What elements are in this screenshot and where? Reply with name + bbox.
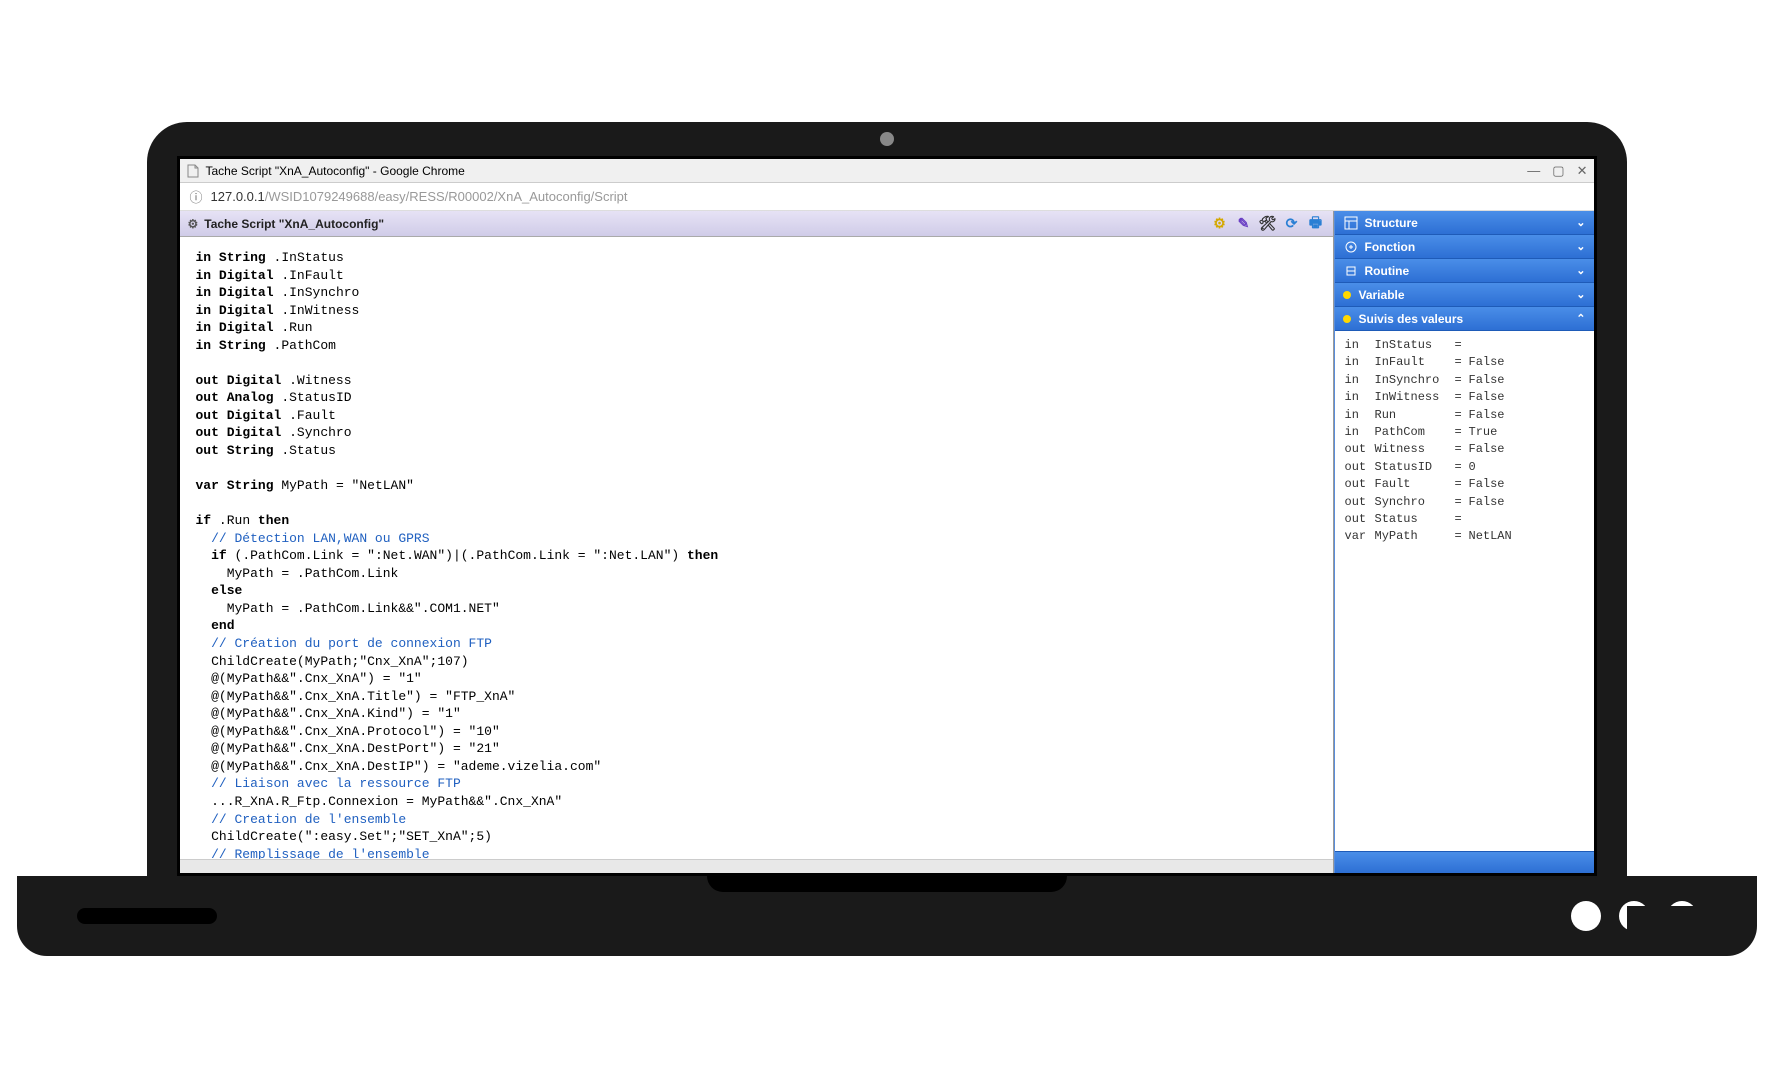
keyboard-slot [77,908,217,924]
fonction-icon [1343,239,1359,255]
page-icon [186,164,200,178]
value-row: outSynchro=False [1345,494,1584,511]
value-row: inInSynchro=False [1345,372,1584,389]
accordion-structure[interactable]: Structure ⌄ [1335,211,1594,235]
accordion-label: Variable [1359,288,1405,302]
bullet-icon [1343,315,1351,323]
value-row: inInWitness=False [1345,389,1584,406]
trackpad-slot [707,876,1067,892]
chevron-down-icon: ⌄ [1576,216,1585,229]
accordion-suivis[interactable]: Suivis des valeurs ⌃ [1335,307,1594,331]
side-panel: Structure ⌄ Fonction ⌄ Rou [1334,211,1594,873]
toolbar-tools-icon[interactable]: 🛠 [1259,215,1277,233]
routine-icon [1343,263,1359,279]
chevron-down-icon: ⌄ [1576,288,1585,301]
maximize-button[interactable]: ▢ [1552,163,1564,179]
window-controls: — ▢ ✕ [1527,163,1587,179]
value-row: varMyPath=NetLAN [1345,528,1584,545]
chevron-up-icon: ⌃ [1576,312,1585,325]
accordion-label: Structure [1365,216,1418,230]
accordion-label: Fonction [1365,240,1416,254]
app-content: ⚙ Tache Script "XnA_Autoconfig" ⚙ ✎ 🛠 ⟳ … [180,211,1594,873]
browser-titlebar: Tache Script "XnA_Autoconfig" - Google C… [180,159,1594,183]
chevron-down-icon: ⌄ [1576,240,1585,253]
value-row: outFault=False [1345,476,1584,493]
editor-pane: ⚙ Tache Script "XnA_Autoconfig" ⚙ ✎ 🛠 ⟳ … [180,211,1334,873]
address-bar[interactable]: ⓘ 127.0.0.1/WSID1079249688/easy/RESS/R00… [180,183,1594,211]
chevron-down-icon: ⌄ [1576,264,1585,277]
accordion-label: Suivis des valeurs [1359,312,1464,326]
toolbar-refresh-icon[interactable]: ⟳ [1283,215,1301,233]
value-row: outStatus= [1345,511,1584,528]
url-path: /WSID1079249688/easy/RESS/R00002/XnA_Aut… [265,189,628,204]
minimize-button[interactable]: — [1527,163,1540,179]
bullet-icon [1343,291,1351,299]
side-footer [1335,851,1594,873]
window-title: Tache Script "XnA_Autoconfig" - Google C… [206,164,465,178]
laptop-bezel: Tache Script "XnA_Autoconfig" - Google C… [147,122,1627,876]
code-editor[interactable]: in String .InStatus in Digital .InFault … [180,237,1333,859]
toolbar-wand-icon[interactable]: ✎ [1235,215,1253,233]
value-row: outStatusID=0 [1345,459,1584,476]
structure-icon [1343,215,1359,231]
value-row: inPathCom=True [1345,424,1584,441]
accordion-routine[interactable]: Routine ⌄ [1335,259,1594,283]
value-row: inRun=False [1345,407,1584,424]
indicator-dots [1571,901,1697,931]
url-host: 127.0.0.1 [211,189,265,204]
value-row: inInFault=False [1345,354,1584,371]
gear-icon: ⚙ [188,217,199,231]
accordion-fonction[interactable]: Fonction ⌄ [1335,235,1594,259]
toolbar-cog-icon[interactable]: ⚙ [1211,215,1229,233]
values-list: inInStatus=inInFault=FalseinInSynchro=Fa… [1335,331,1594,851]
laptop-base [17,876,1757,956]
camera-icon [880,132,894,146]
accordion-label: Routine [1365,264,1410,278]
value-row: inInStatus= [1345,337,1584,354]
editor-footer [180,859,1333,873]
value-row: outWitness=False [1345,441,1584,458]
toolbar-print-icon[interactable]: 🖶 [1307,215,1325,233]
editor-title: Tache Script "XnA_Autoconfig" [204,217,384,231]
laptop-mockup: Tache Script "XnA_Autoconfig" - Google C… [147,122,1627,956]
screen: Tache Script "XnA_Autoconfig" - Google C… [177,156,1597,876]
editor-toolbar: ⚙ ✎ 🛠 ⟳ 🖶 [1211,215,1325,233]
info-icon: ⓘ [190,187,203,206]
editor-header: ⚙ Tache Script "XnA_Autoconfig" ⚙ ✎ 🛠 ⟳ … [180,211,1333,237]
accordion-variable[interactable]: Variable ⌄ [1335,283,1594,307]
close-button[interactable]: ✕ [1577,163,1588,179]
